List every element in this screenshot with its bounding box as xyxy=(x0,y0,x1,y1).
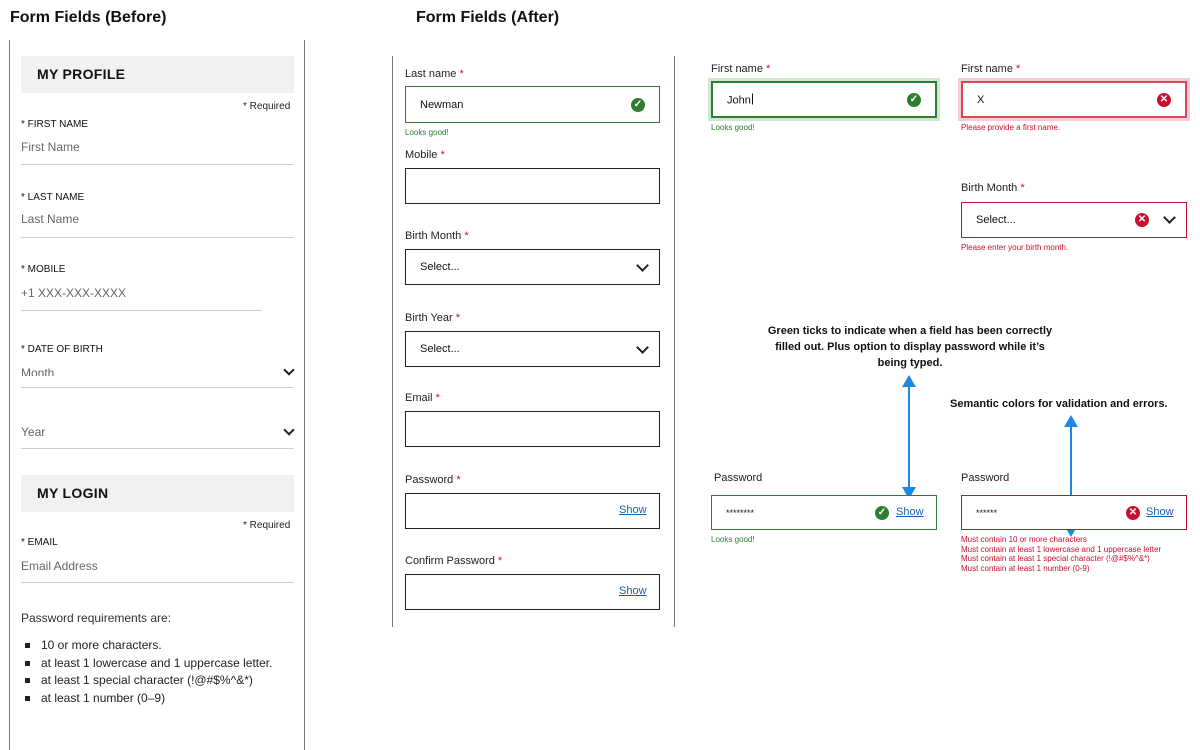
check-circle-icon: ✓ xyxy=(631,98,645,112)
password-input[interactable]: Show xyxy=(405,493,660,529)
password-error-messages: Must contain 10 or more characters Must … xyxy=(961,535,1196,573)
mobile-underline xyxy=(21,310,262,311)
dob-label: * DATE OF BIRTH xyxy=(21,344,103,355)
check-circle-icon: ✓ xyxy=(875,506,889,520)
first-name-error-input[interactable]: X ✕ xyxy=(961,81,1187,118)
birth-month-label: Birth Month * xyxy=(405,230,469,242)
email-input[interactable]: Email Address xyxy=(21,559,98,573)
before-right-border xyxy=(304,40,305,750)
annotation-green-ticks: Green ticks to indicate when a field has… xyxy=(767,325,1053,369)
x-circle-icon: ✕ xyxy=(1126,506,1140,520)
my-profile-header: MY PROFILE xyxy=(21,56,294,93)
email-label: * EMAIL xyxy=(21,537,58,548)
arrow-shaft xyxy=(908,386,910,489)
after-right-border xyxy=(674,56,675,627)
password-ok-value: ******** xyxy=(726,507,755,518)
last-name-input[interactable]: Newman ✓ xyxy=(405,86,660,123)
confirm-password-label: Confirm Password * xyxy=(405,555,503,567)
mobile-label: Mobile * xyxy=(405,149,445,161)
x-circle-icon: ✕ xyxy=(1157,93,1171,107)
birth-month-error-select[interactable]: Select... ✕ xyxy=(961,202,1187,238)
email-input[interactable] xyxy=(405,411,660,447)
before-heading: Form Fields (Before) xyxy=(10,9,167,26)
mobile-input[interactable] xyxy=(405,168,660,204)
mobile-input[interactable]: +1 XXX-XXX-XXXX xyxy=(21,286,126,300)
last-name-label: * LAST NAME xyxy=(21,192,85,203)
first-name-ok-message: Looks good! xyxy=(711,123,755,132)
first-name-label: * FIRST NAME xyxy=(21,119,89,130)
show-password-link[interactable]: Show xyxy=(619,504,647,516)
password-error-item: Must contain 10 or more characters xyxy=(961,535,1087,544)
birth-month-error-value: Select... xyxy=(976,214,1016,226)
login-required-note: * Required xyxy=(243,520,291,531)
requirement-item: at least 1 number (0–9) xyxy=(21,690,281,708)
last-name-value: Newman xyxy=(420,98,464,111)
first-name-input[interactable]: First Name xyxy=(21,140,80,154)
month-select[interactable]: Month xyxy=(21,364,294,376)
password-ok-message: Looks good! xyxy=(711,535,755,544)
annotation-semantic-colors: Semantic colors for validation and error… xyxy=(950,398,1168,410)
last-name-input[interactable]: Last Name xyxy=(21,212,79,226)
password-error-item: Must contain at least 1 number (0-9) xyxy=(961,563,1090,573)
birth-month-value: Select... xyxy=(420,261,460,273)
mobile-label: * MOBILE xyxy=(21,264,66,275)
password-error-value: ****** xyxy=(976,507,998,518)
my-login-header: MY LOGIN xyxy=(21,475,294,512)
month-underline xyxy=(21,387,294,388)
after-heading: Form Fields (After) xyxy=(416,9,560,26)
after-left-border xyxy=(392,56,393,627)
birth-year-select[interactable]: Select... xyxy=(405,331,660,367)
email-label: Email * xyxy=(405,392,440,404)
first-name-ok-input[interactable]: John ✓ xyxy=(711,81,937,118)
x-circle-icon: ✕ xyxy=(1135,213,1149,227)
first-name-ok-value: John xyxy=(727,93,753,106)
chevron-down-icon xyxy=(283,424,295,436)
year-select[interactable]: Year xyxy=(21,425,45,439)
chevron-down-icon xyxy=(636,341,649,354)
birth-year-label: Birth Year * xyxy=(405,312,461,324)
last-name-label: Last name * xyxy=(405,68,464,80)
password-requirements-intro: Password requirements are: xyxy=(21,611,172,625)
requirement-item: 10 or more characters. xyxy=(21,637,281,655)
first-name-error-label: First name * xyxy=(961,63,1021,75)
birth-month-error-label: Birth Month * xyxy=(961,182,1025,194)
month-placeholder: Month xyxy=(21,366,55,376)
password-error-label: Password xyxy=(961,472,1010,484)
chevron-down-icon xyxy=(1163,211,1176,224)
password-ok-input[interactable]: ******** ✓ Show xyxy=(711,495,937,530)
password-error-item: Must contain at least 1 lowercase and 1 … xyxy=(961,544,1162,554)
birth-month-select[interactable]: Select... xyxy=(405,249,660,285)
password-error-input[interactable]: ****** ✕ Show xyxy=(961,495,1187,530)
show-confirm-password-link[interactable]: Show xyxy=(619,585,647,597)
password-ok-label: Password xyxy=(714,472,763,484)
last-name-underline xyxy=(21,237,294,238)
birth-month-error-message: Please enter your birth month. xyxy=(961,243,1069,252)
check-circle-icon: ✓ xyxy=(907,93,921,107)
requirement-item: at least 1 lowercase and 1 uppercase let… xyxy=(21,655,281,673)
required-note: * Required xyxy=(243,101,291,112)
last-name-success-message: Looks good! xyxy=(405,128,449,137)
first-name-error-value: X xyxy=(977,93,985,106)
confirm-password-input[interactable]: Show xyxy=(405,574,660,610)
password-requirements-list: 10 or more characters. at least 1 lowerc… xyxy=(21,637,281,707)
show-password-link[interactable]: Show xyxy=(1146,506,1174,518)
requirement-item: at least 1 special character (!@#$%^&*) xyxy=(21,672,281,690)
first-name-error-message: Please provide a first name. xyxy=(961,123,1061,132)
show-password-link[interactable]: Show xyxy=(896,506,924,518)
email-underline xyxy=(21,582,294,583)
first-name-underline xyxy=(21,164,294,165)
first-name-ok-label: First name * xyxy=(711,63,771,75)
chevron-down-icon xyxy=(636,259,649,272)
password-error-item: Must contain at least 1 special characte… xyxy=(961,554,1150,563)
password-label: Password * xyxy=(405,474,461,486)
before-left-border xyxy=(9,40,10,750)
year-underline xyxy=(21,448,294,449)
birth-year-value: Select... xyxy=(420,343,460,355)
